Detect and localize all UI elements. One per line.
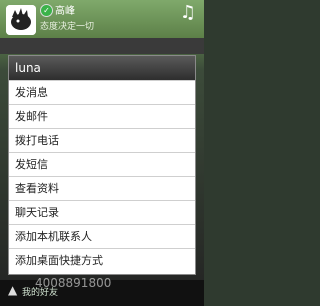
- contact-name: 高峰: [55, 6, 75, 17]
- contact-signature: 态度决定一切: [40, 22, 95, 32]
- menu-item-add-desktop-shortcut[interactable]: 添加桌面快捷方式: [9, 248, 195, 271]
- dialog-title: luna: [9, 56, 195, 80]
- avatar[interactable]: [6, 5, 36, 35]
- menu-item-send-sms[interactable]: 发短信: [9, 152, 195, 176]
- music-note-icon[interactable]: ♫: [180, 2, 196, 23]
- online-status-icon: ✓: [40, 4, 53, 17]
- tab-bar: [0, 38, 204, 54]
- watermark: 4008891800: [35, 276, 112, 290]
- menu-item-add-local-contact[interactable]: 添加本机联系人: [9, 224, 195, 248]
- menu-item-call[interactable]: 拨打电话: [9, 128, 195, 152]
- menu-item-send-email[interactable]: 发邮件: [9, 104, 195, 128]
- contact-header[interactable]: ✓ 高峰 态度决定一切 ♫: [0, 0, 204, 38]
- context-menu-dialog: luna 发消息 发邮件 拨打电话 发短信 查看资料 聊天记录 添加本机联系人 …: [8, 55, 196, 275]
- user-icon: ▲: [8, 283, 18, 297]
- menu-item-chat-history[interactable]: 聊天记录: [9, 200, 195, 224]
- menu-item-view-profile[interactable]: 查看资料: [9, 176, 195, 200]
- menu-item-send-message[interactable]: 发消息: [9, 80, 195, 104]
- hedgehog-avatar-icon: [6, 5, 36, 35]
